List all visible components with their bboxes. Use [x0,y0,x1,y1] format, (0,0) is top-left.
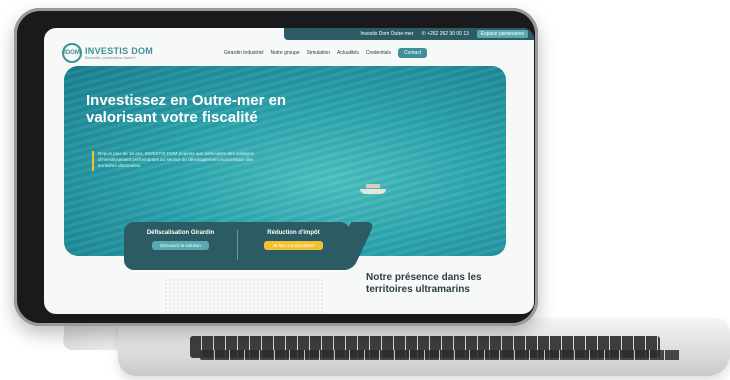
offer-cards: Défiscalisation Girardin Découvrir la so… [124,222,350,270]
hero-title: Investissez en Outre-mer en valorisant v… [86,92,287,126]
contact-button[interactable]: Contact [398,48,428,58]
keyboard-keys-row [200,350,680,360]
company-name: Investis Dom Outre-mer [360,31,414,37]
logo-tagline: Ensemble, construisons l'avenir ! [85,56,137,60]
discover-solution-button[interactable]: Découvrir la solution [152,241,209,250]
nav-item-credentials[interactable]: Credentials [366,50,391,56]
partner-space-button[interactable]: Espace partenaires [476,30,528,38]
card-reduction: Réduction d'impôt Je fais ma simulation [237,222,350,270]
card-girardin: Défiscalisation Girardin Découvrir la so… [124,222,237,270]
logo-mark-icon: IDOM [62,43,82,63]
nav-item-girardin[interactable]: Girardin Industriel [224,50,263,56]
phone-icon: ✆ [421,31,426,37]
world-map-image [164,278,324,314]
site-logo[interactable]: IDOM INVESTIS DOM Ensemble, construisons… [62,43,153,63]
boat-image [360,184,386,194]
site-header: IDOM INVESTIS DOM Ensemble, construisons… [44,40,534,66]
simulation-button[interactable]: Je fais ma simulation [264,241,323,250]
nav-item-groupe[interactable]: Notre groupe [270,50,299,56]
section-title: Notre présence dans les territoires ultr… [366,272,482,295]
card-title-girardin: Défiscalisation Girardin [146,230,215,236]
nav-item-actualites[interactable]: Actualités [337,50,359,56]
main-nav: Girardin Industriel Notre groupe Simulat… [224,48,428,58]
top-bar: Investis Dom Outre-mer ✆ +262 262 30 00 … [284,28,534,40]
tablet-device: Investis Dom Outre-mer ✆ +262 262 30 00 … [14,8,538,326]
tablet-screen: Investis Dom Outre-mer ✆ +262 262 30 00 … [44,28,534,314]
card-title-reduction: Réduction d'impôt [267,230,320,236]
hero-accent-bar [92,151,94,171]
logo-name: INVESTIS DOM [85,46,154,56]
phone-link[interactable]: ✆ +262 262 30 00 13 [421,31,468,37]
nav-item-simulation[interactable]: Simulation [307,50,330,56]
hero-description: Depuis plus de 15 ans, INVESTIS DOM prop… [98,151,254,168]
phone-number: +262 262 30 00 13 [427,31,469,37]
